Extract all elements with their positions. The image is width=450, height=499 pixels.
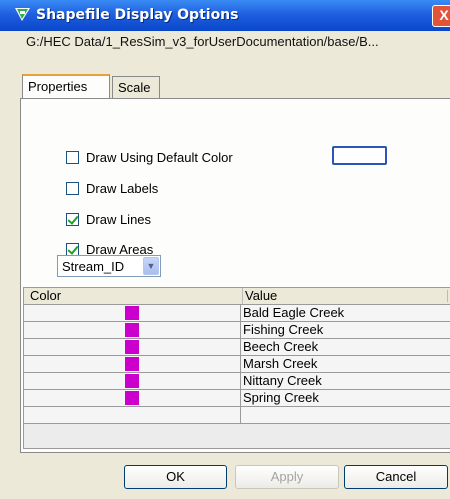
table-row[interactable]: Fishing Creek	[24, 322, 450, 339]
color-swatch[interactable]	[125, 340, 139, 354]
cancel-button[interactable]: Cancel	[344, 465, 448, 489]
value-cell: Fishing Creek	[243, 322, 324, 337]
apply-button[interactable]: Apply	[235, 465, 339, 489]
table-row[interactable]: Nittany Creek	[24, 373, 450, 390]
table-row[interactable]: Marsh Creek	[24, 356, 450, 373]
title-bar[interactable]: Shapefile Display Options X	[0, 0, 450, 31]
app-icon	[15, 8, 30, 21]
color-cell[interactable]	[24, 305, 241, 321]
value-cell: Beech Creek	[243, 339, 319, 354]
value-cell: Marsh Creek	[243, 356, 318, 371]
value-cell: Spring Creek	[243, 390, 319, 405]
default-color-button[interactable]	[332, 146, 387, 165]
tab-scale[interactable]: Scale	[112, 76, 160, 98]
color-swatch[interactable]	[125, 306, 139, 320]
draw-labels-checkbox[interactable]	[66, 181, 79, 195]
draw-lines-checkbox[interactable]	[66, 212, 79, 226]
field-select-value: Stream_ID	[62, 258, 125, 274]
color-cell	[24, 407, 241, 423]
color-column-header[interactable]: Color	[30, 288, 61, 303]
color-swatch[interactable]	[125, 357, 139, 371]
table-row-empty[interactable]	[24, 407, 450, 424]
color-swatch[interactable]	[125, 391, 139, 405]
color-cell[interactable]	[24, 339, 241, 355]
chevron-down-icon[interactable]: ▼	[143, 257, 159, 275]
file-path: G:/HEC Data/1_ResSim_v3_forUserDocumenta…	[26, 34, 379, 49]
table-row[interactable]: Beech Creek	[24, 339, 450, 356]
value-cell: Bald Eagle Creek	[243, 305, 345, 320]
draw-labels-option[interactable]: Draw Labels	[66, 178, 158, 198]
table-row[interactable]: Spring Creek	[24, 390, 450, 407]
draw-labels-label: Draw Labels	[86, 180, 159, 196]
column-divider	[447, 290, 448, 302]
color-cell[interactable]	[24, 322, 241, 338]
draw-lines-option[interactable]: Draw Lines	[66, 209, 151, 229]
color-cell[interactable]	[24, 373, 241, 389]
close-icon: X	[439, 7, 449, 23]
field-select[interactable]: Stream_ID ▼	[57, 255, 161, 277]
tab-properties[interactable]: Properties	[22, 74, 110, 98]
draw-lines-label: Draw Lines	[86, 211, 152, 227]
draw-default-color-checkbox[interactable]	[66, 150, 79, 164]
ok-button[interactable]: OK	[124, 465, 227, 489]
draw-default-color-option[interactable]: Draw Using Default Color	[66, 147, 233, 167]
color-swatch[interactable]	[125, 374, 139, 388]
table-row[interactable]: Bald Eagle Creek	[24, 305, 450, 322]
color-cell[interactable]	[24, 390, 241, 406]
color-value-table[interactable]: Color Value Bald Eagle Creek Fishing Cre…	[23, 287, 450, 449]
close-button[interactable]: X	[432, 5, 450, 27]
table-header: Color Value	[24, 288, 450, 305]
color-swatch[interactable]	[125, 323, 139, 337]
value-column-header[interactable]: Value	[242, 288, 277, 304]
window-title: Shapefile Display Options	[36, 7, 239, 23]
draw-default-color-label: Draw Using Default Color	[86, 149, 233, 165]
color-cell[interactable]	[24, 356, 241, 372]
draw-areas-checkbox[interactable]	[66, 242, 79, 256]
value-cell: Nittany Creek	[243, 373, 322, 388]
